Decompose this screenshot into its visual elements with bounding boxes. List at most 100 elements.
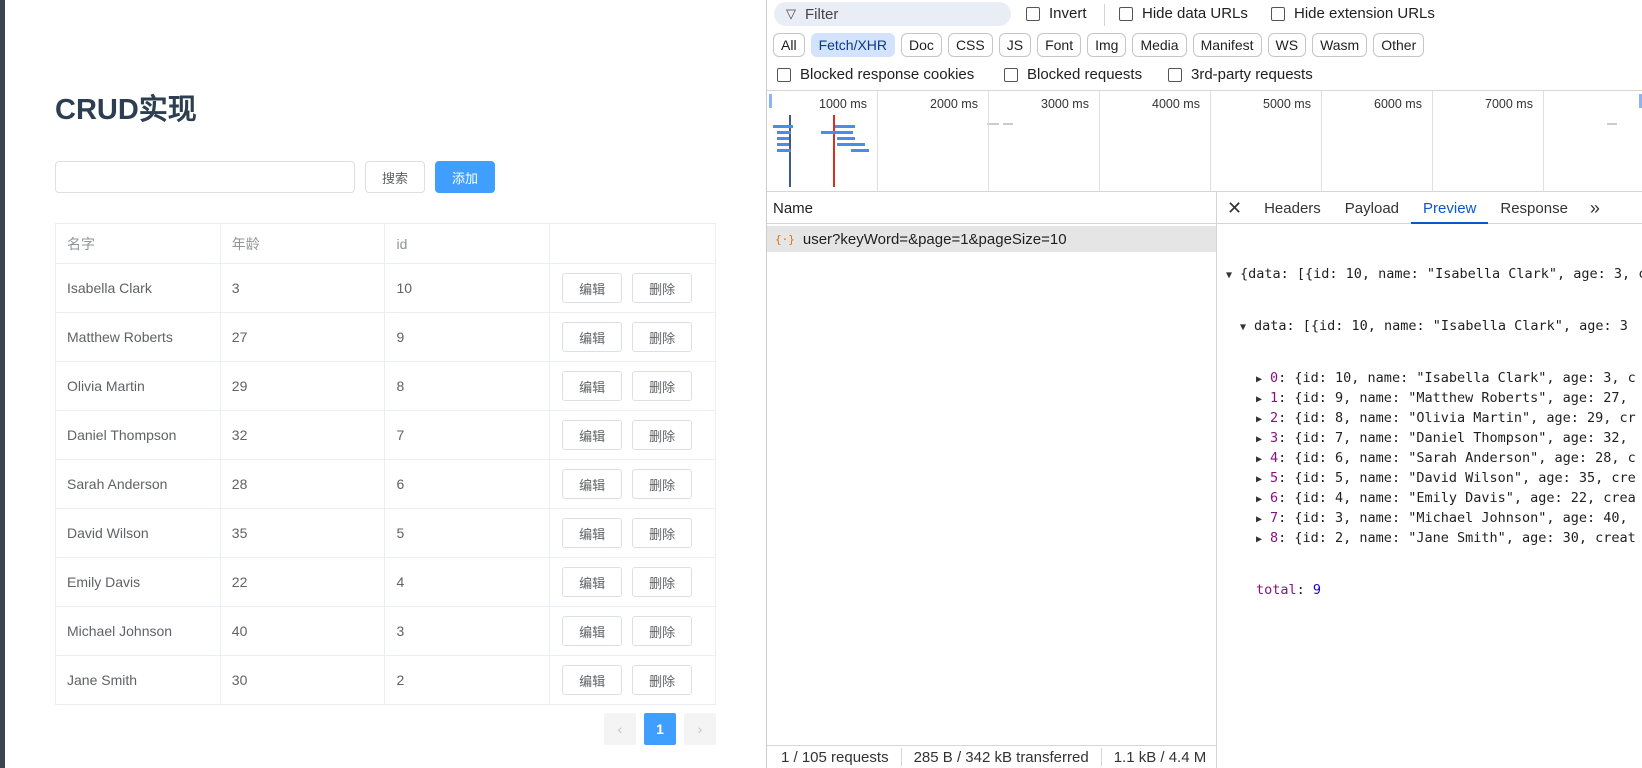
expanded-triangle-icon[interactable]: ▼ [1240, 318, 1254, 338]
json-item-line[interactable]: ▶ 7: {id: 3, name: "Michael Johnson", age… [1226, 508, 1642, 528]
delete-button[interactable]: 删除 [632, 567, 693, 597]
cell-id: 8 [384, 361, 551, 411]
tab-headers[interactable]: Headers [1252, 193, 1333, 223]
type-filter-other[interactable]: Other [1373, 33, 1425, 57]
json-item-line[interactable]: ▶ 5: {id: 5, name: "David Wilson", age: 3… [1226, 468, 1642, 488]
delete-button[interactable]: 删除 [632, 273, 693, 303]
cell-actions: 编辑 删除 [549, 312, 716, 362]
request-count: 1 / 105 requests [781, 748, 889, 766]
json-data-line[interactable]: ▼ data: [{id: 10, name: "Isabella Clark",… [1226, 316, 1642, 336]
pagination-next-button[interactable]: › [684, 713, 716, 745]
type-filter-ws[interactable]: WS [1267, 33, 1307, 57]
type-filter-doc[interactable]: Doc [901, 33, 942, 57]
type-filter-all[interactable]: All [773, 33, 805, 57]
cell-name: Matthew Roberts [55, 312, 221, 362]
more-tabs-icon[interactable]: » [1580, 193, 1610, 223]
edit-button[interactable]: 编辑 [562, 469, 623, 499]
edit-button[interactable]: 编辑 [562, 567, 623, 597]
pagination-prev-button[interactable]: ‹ [604, 713, 636, 745]
delete-button[interactable]: 删除 [632, 322, 693, 352]
tab-preview[interactable]: Preview [1411, 193, 1489, 224]
json-item-line[interactable]: ▶ 0: {id: 10, name: "Isabella Clark", age… [1226, 368, 1642, 388]
tab-payload[interactable]: Payload [1333, 193, 1411, 223]
json-item-line[interactable]: ▶ 2: {id: 8, name: "Olivia Martin", age: … [1226, 408, 1642, 428]
search-button[interactable]: 搜索 [365, 161, 425, 193]
checkbox-box[interactable] [777, 67, 791, 82]
tab-response[interactable]: Response [1488, 193, 1580, 223]
hide-extension-urls-checkbox[interactable]: Hide extension URLs [1271, 5, 1435, 22]
collapsed-triangle-icon[interactable]: ▶ [1256, 510, 1270, 530]
search-input[interactable] [55, 161, 355, 193]
cell-age: 22 [219, 557, 386, 607]
type-filter-media[interactable]: Media [1132, 33, 1187, 57]
delete-button[interactable]: 删除 [632, 518, 693, 548]
json-item-line[interactable]: ▶ 6: {id: 4, name: "Emily Davis", age: 22… [1226, 488, 1642, 508]
json-item-text: {id: 4, name: "Emily Davis", age: 22, cr… [1294, 490, 1636, 506]
collapsed-triangle-icon[interactable]: ▶ [1256, 390, 1270, 410]
edit-button[interactable]: 编辑 [562, 518, 623, 548]
json-item-line[interactable]: ▶ 3: {id: 7, name: "Daniel Thompson", age… [1226, 428, 1642, 448]
json-item-text: {id: 5, name: "David Wilson", age: 35, c… [1294, 470, 1636, 486]
table-row: Emily Davis 22 4 编辑 删除 [55, 557, 716, 607]
collapsed-triangle-icon[interactable]: ▶ [1256, 530, 1270, 550]
network-overview-timeline[interactable]: 1000 ms 2000 ms 3000 ms 4000 ms 5000 ms 6000 … [767, 90, 1642, 192]
type-filter-css[interactable]: CSS [947, 33, 993, 57]
collapsed-triangle-icon[interactable]: ▶ [1256, 370, 1270, 390]
timeline-tick-label: 1000 ms [819, 97, 867, 111]
json-item-index: 5 [1270, 470, 1279, 486]
requests-column-header[interactable]: Name [767, 193, 1216, 224]
checkbox-box[interactable] [1271, 6, 1285, 21]
expanded-triangle-icon[interactable]: ▼ [1226, 266, 1240, 286]
timeline-gridline [1321, 91, 1322, 191]
crud-app: CRUD实现 搜索 添加 名字 年龄 id Isabella Clark 3 10 编… [0, 0, 766, 768]
delete-button[interactable]: 删除 [632, 469, 693, 499]
checkbox-box[interactable] [1119, 6, 1133, 21]
json-item-line[interactable]: ▶ 8: {id: 2, name: "Jane Smith", age: 30,… [1226, 528, 1642, 548]
collapsed-triangle-icon[interactable]: ▶ [1256, 450, 1270, 470]
checkbox-box[interactable] [1168, 67, 1182, 82]
timeline-tick-label: 7000 ms [1485, 97, 1533, 111]
delete-button[interactable]: 删除 [632, 420, 693, 450]
invert-checkbox[interactable]: Invert [1026, 5, 1087, 22]
edit-button[interactable]: 编辑 [562, 616, 623, 646]
json-root-line[interactable]: ▼ {data: [{id: 10, name: "Isabella Clark"… [1226, 264, 1642, 284]
delete-button[interactable]: 删除 [632, 371, 693, 401]
blocked-requests-checkbox[interactable]: Blocked requests [1004, 66, 1142, 83]
collapsed-triangle-icon[interactable]: ▶ [1256, 430, 1270, 450]
json-item-line[interactable]: ▶ 1: {id: 9, name: "Matthew Roberts", age… [1226, 388, 1642, 408]
blocked-cookies-checkbox[interactable]: Blocked response cookies [777, 66, 974, 83]
panel-splitter[interactable] [1216, 192, 1217, 768]
delete-button[interactable]: 删除 [632, 665, 693, 695]
add-button[interactable]: 添加 [435, 161, 495, 193]
edit-button[interactable]: 编辑 [562, 665, 623, 695]
edit-button[interactable]: 编辑 [562, 273, 623, 303]
type-filter-font[interactable]: Font [1037, 33, 1082, 57]
request-bar [1607, 123, 1617, 125]
collapsed-triangle-icon[interactable]: ▶ [1256, 490, 1270, 510]
third-party-requests-checkbox[interactable]: 3rd-party requests [1168, 66, 1313, 83]
type-filter-js[interactable]: JS [998, 33, 1032, 57]
collapsed-triangle-icon[interactable]: ▶ [1256, 410, 1270, 430]
timeline-tick-label: 6000 ms [1374, 97, 1422, 111]
edit-button[interactable]: 编辑 [562, 322, 623, 352]
filter-placeholder: Filter [805, 5, 839, 23]
hide-data-urls-checkbox[interactable]: Hide data URLs [1119, 5, 1248, 22]
delete-button[interactable]: 删除 [632, 616, 693, 646]
json-item-text: {id: 9, name: "Matthew Roberts", age: 27… [1294, 390, 1628, 406]
type-filter-manifest[interactable]: Manifest [1192, 33, 1262, 57]
checkbox-box[interactable] [1004, 67, 1018, 82]
type-filter-fetch-xhr[interactable]: Fetch/XHR [810, 33, 896, 57]
edit-button[interactable]: 编辑 [562, 371, 623, 401]
type-filter-wasm[interactable]: Wasm [1312, 33, 1368, 57]
range-handle-left[interactable] [769, 94, 772, 108]
checkbox-box[interactable] [1026, 6, 1040, 21]
edit-button[interactable]: 编辑 [562, 420, 623, 450]
filter-input[interactable]: ▽ Filter [774, 2, 1011, 26]
json-item-line[interactable]: ▶ 4: {id: 6, name: "Sarah Anderson", age:… [1226, 448, 1642, 468]
request-row[interactable]: {·} user?keyWord=&page=1&pageSize=10 [767, 226, 1216, 252]
name-column-header[interactable]: Name [773, 200, 813, 217]
close-icon[interactable]: ✕ [1217, 193, 1252, 223]
collapsed-triangle-icon[interactable]: ▶ [1256, 470, 1270, 490]
pagination-page-1[interactable]: 1 [644, 713, 676, 745]
type-filter-img[interactable]: Img [1087, 33, 1127, 57]
